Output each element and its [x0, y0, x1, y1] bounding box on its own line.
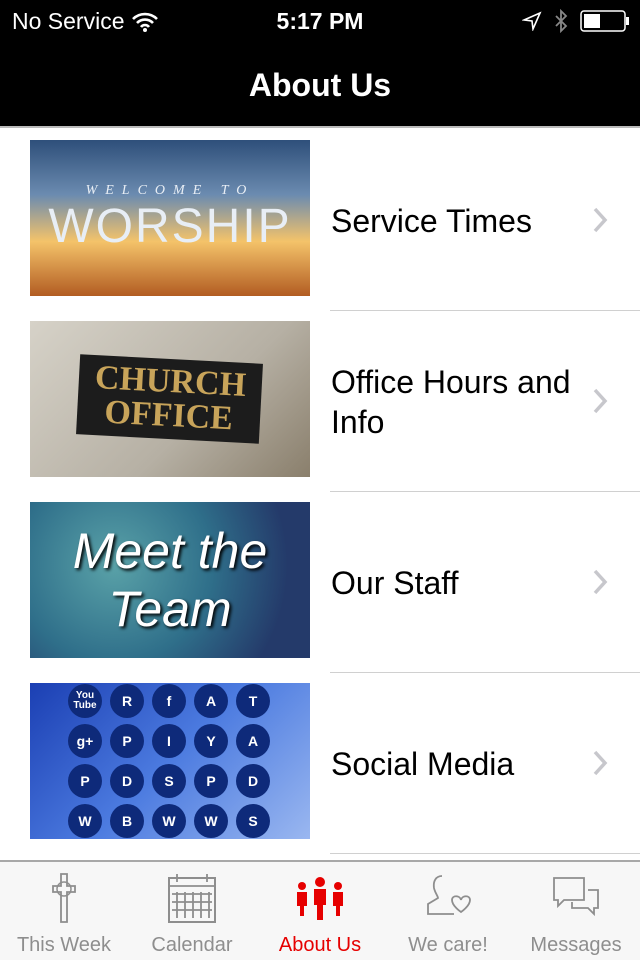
social-whatsapp-icon: W [68, 804, 102, 838]
about-list: WELCOME TO WORSHIP Service Times CHURCH O… [0, 130, 640, 854]
tab-messages[interactable]: Messages [512, 862, 640, 960]
social-android-icon: A [194, 684, 228, 718]
tab-this-week[interactable]: This Week [0, 862, 128, 960]
list-item-our-staff[interactable]: Meet the Team Our Staff [0, 492, 640, 673]
list-item-social-media[interactable]: You Tube Rf A Tg+ P I Y A P D S P D W B W W S Social Medi… [0, 673, 640, 854]
church-office-image: CHURCH OFFICE [30, 321, 310, 477]
social-soundcloud-icon: S [236, 804, 270, 838]
item-label: Our Staff [331, 564, 459, 601]
social-dropbox-icon: D [236, 764, 270, 798]
social-rss-icon: R [110, 684, 144, 718]
item-label: Social Media [331, 745, 515, 782]
social-apple-icon: A [236, 724, 270, 758]
list-item-office-hours[interactable]: CHURCH OFFICE Office Hours and Info [0, 311, 640, 492]
social-twitter-icon: T [236, 684, 270, 718]
social-media-image: You Tube Rf A Tg+ P I Y A P D S P D W B W W S [30, 683, 310, 839]
social-g--icon: g+ [68, 724, 102, 758]
tab-label: This Week [16, 934, 112, 956]
social-w-icon: W [194, 804, 228, 838]
tab-calendar[interactable]: Calendar [128, 862, 256, 960]
social-play-icon: P [194, 764, 228, 798]
social-s-icon: S [152, 764, 186, 798]
tab-label: We care! [408, 934, 488, 956]
social-photo-icon: P [110, 724, 144, 758]
tab-label: Messages [530, 934, 622, 956]
item-label: Service Times [331, 202, 532, 239]
person-heart-icon [427, 875, 471, 915]
page-title: About Us [0, 40, 640, 128]
worship-image: WELCOME TO WORSHIP [30, 140, 310, 296]
location-icon [522, 11, 542, 31]
social-pinterest-icon: P [68, 764, 102, 798]
social-y-icon: Y [194, 724, 228, 758]
social-drive-icon: D [110, 764, 144, 798]
chevron-right-icon [593, 388, 608, 414]
tab-we-care[interactable]: We care! [384, 862, 512, 960]
social-you-tube-icon: You Tube [68, 684, 102, 718]
battery-icon [580, 10, 629, 32]
calendar-icon [168, 874, 216, 923]
social-b-icon: B [110, 804, 144, 838]
social-instagram-icon: I [152, 724, 186, 758]
item-label: Office Hours and Info [331, 363, 571, 440]
tab-about-us[interactable]: About Us [256, 862, 384, 960]
tab-label: About Us [278, 934, 362, 956]
meet-the-team-image: Meet the Team [30, 502, 310, 658]
social-icons-grid: You Tube Rf A Tg+ P I Y A P D S P D W B W W S [68, 684, 272, 838]
people-icon [297, 877, 343, 920]
chevron-right-icon [593, 750, 608, 776]
chevron-right-icon [593, 569, 608, 595]
tab-bar: This Week Calendar About Us We care! Mes… [0, 860, 640, 960]
cross-icon [52, 873, 76, 923]
chevron-right-icon [593, 207, 608, 233]
divider [330, 853, 640, 854]
social-windows-icon: W [152, 804, 186, 838]
bluetooth-icon [555, 9, 568, 33]
social-f-icon: f [152, 684, 186, 718]
status-bar: No Service 5:17 PM [0, 0, 640, 40]
list-item-service-times[interactable]: WELCOME TO WORSHIP Service Times [0, 130, 640, 311]
tab-label: Calendar [151, 934, 233, 956]
chat-bubbles-icon [553, 877, 599, 917]
